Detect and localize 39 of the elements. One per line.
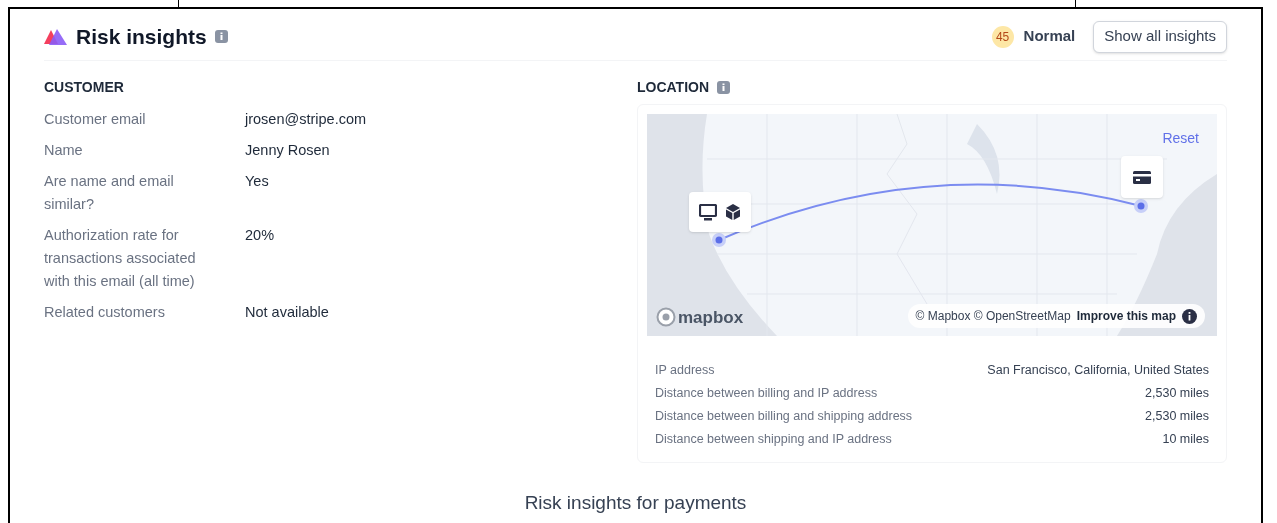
field-label: Are name and email similar? bbox=[44, 172, 175, 214]
mapbox-logo: mapbox bbox=[678, 306, 744, 329]
risk-score-badge: 45 bbox=[991, 25, 1014, 48]
monitor-icon bbox=[699, 203, 717, 221]
logo-icon bbox=[44, 27, 68, 46]
info-icon bbox=[214, 30, 228, 43]
field-label: Authorization rate for transactions associated with this email (all time) bbox=[44, 226, 197, 291]
risk-level: Normal bbox=[1023, 26, 1076, 47]
field-label: Name bbox=[44, 141, 84, 160]
card-title: Risk insights bbox=[76, 23, 207, 50]
section-heading: CUSTOMER bbox=[44, 78, 125, 97]
field-label: Distance between shipping and IP address bbox=[655, 431, 892, 448]
reset-link[interactable]: Reset bbox=[1162, 128, 1199, 149]
field-value: Jenny Rosen bbox=[245, 141, 330, 160]
map-pin bbox=[1134, 199, 1148, 213]
field-label: Related customers bbox=[44, 303, 166, 322]
mapbox-logo-icon bbox=[656, 307, 676, 328]
field-value: 2,530 miles bbox=[1145, 385, 1209, 402]
field-value: San Francisco, California, United States bbox=[987, 362, 1209, 379]
map-attribution: © Mapbox © OpenStreetMap bbox=[915, 308, 1071, 325]
field-label: IP address bbox=[655, 362, 715, 379]
improve-map-link[interactable]: Improve this map bbox=[1076, 307, 1176, 325]
field-value: Yes bbox=[245, 172, 269, 191]
field-label: Distance between billing and IP address bbox=[655, 385, 878, 402]
credit-card-icon bbox=[1133, 170, 1151, 184]
field-label: Distance between billing and shipping address bbox=[655, 408, 913, 425]
show-all-insights-button[interactable]: Show all insights bbox=[1093, 20, 1227, 53]
field-value: Not available bbox=[245, 303, 329, 322]
info-icon bbox=[1182, 308, 1197, 324]
field-label: Customer email bbox=[44, 110, 147, 129]
field-value: jrosen@stripe.com bbox=[245, 110, 367, 129]
section-heading: LOCATION bbox=[637, 78, 710, 97]
info-icon bbox=[717, 81, 731, 94]
box-icon bbox=[725, 203, 741, 221]
field-value: 20% bbox=[245, 226, 275, 245]
map-pin bbox=[712, 233, 726, 247]
figure-caption: Risk insights for payments bbox=[524, 491, 747, 515]
field-value: 10 miles bbox=[1162, 431, 1209, 448]
field-value: 2,530 miles bbox=[1145, 408, 1209, 425]
